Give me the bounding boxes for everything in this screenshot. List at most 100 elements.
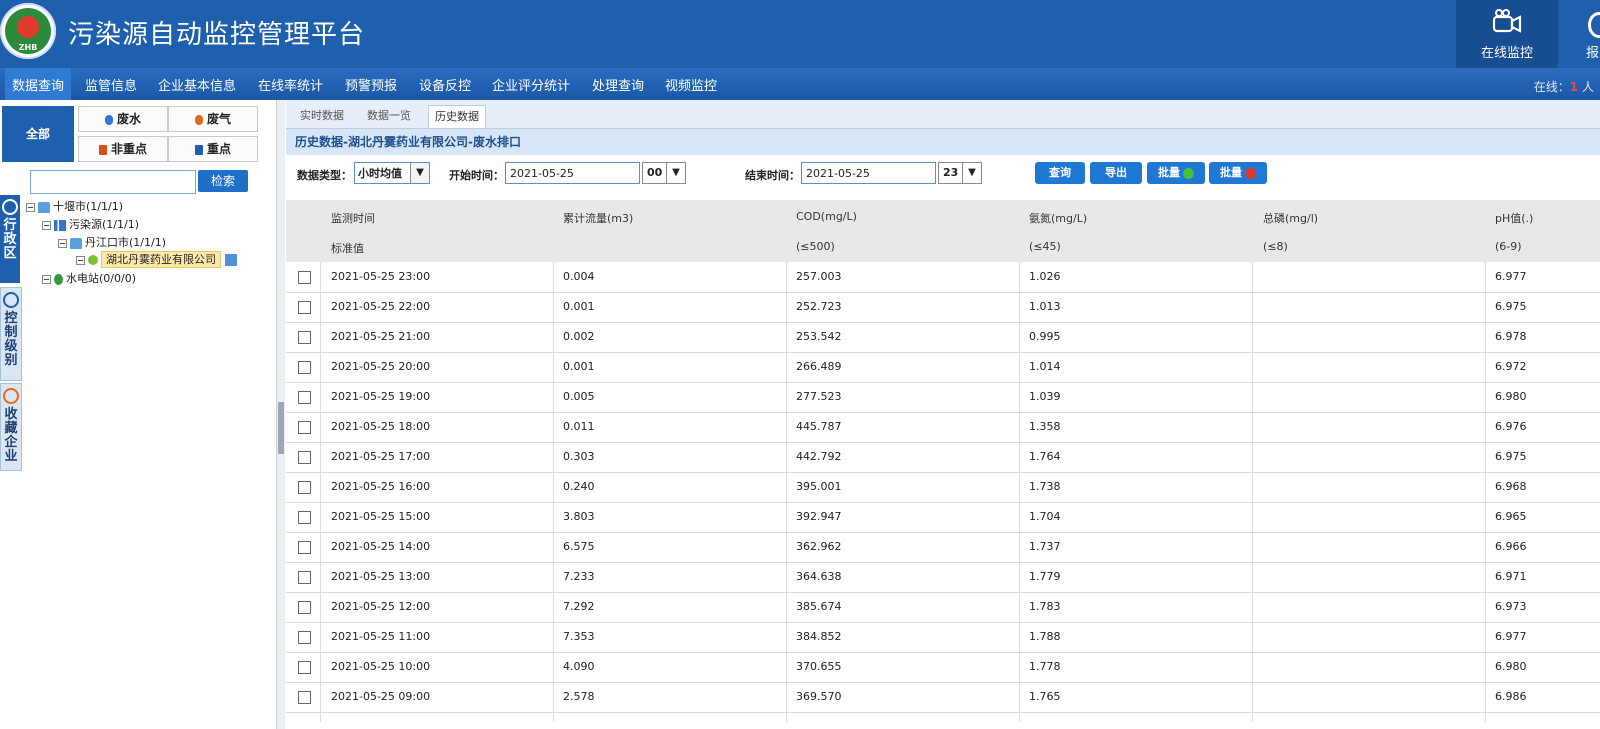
table-cell: 2021-05-25 10:00 [331,660,431,673]
table-cell: 1.704 [1029,510,1061,523]
row-checkbox[interactable] [298,391,311,404]
table-row[interactable]: 2021-05-25 12:00 7.292 385.674 1.783 6.973 [286,592,1600,623]
batch-cancel-button[interactable]: 批量 [1209,162,1267,184]
tree-node-hydro[interactable]: 水电站(0/0/0) [42,270,136,286]
table-cell: 6.968 [1495,480,1527,493]
search-button[interactable]: 检索 [198,170,248,192]
row-checkbox[interactable] [298,301,311,314]
top-header: ZHB 污染源自动监控管理平台 在线监控 报 [0,0,1600,68]
nav-process-query[interactable]: 处理查询 [592,68,644,100]
table-cell: 2021-05-25 14:00 [331,540,431,553]
wastewater-button[interactable]: 废水 [78,106,168,132]
side-tab-district[interactable]: 行政区 [0,195,20,283]
table-cell: 2021-05-25 16:00 [331,480,431,493]
table-cell: 0.240 [563,480,595,493]
tree-node-city[interactable]: 十堰市(1/1/1) [26,198,123,214]
row-checkbox[interactable] [298,601,311,614]
collapse-icon[interactable] [26,202,35,212]
search-input[interactable] [30,170,196,194]
table-row[interactable]: 2021-05-25 11:00 7.353 384.852 1.788 6.977 [286,622,1600,653]
query-button[interactable]: 查询 [1035,162,1085,184]
col-cod: COD(mg/L) [796,210,857,223]
export-button[interactable]: 导出 [1090,162,1142,184]
table-row[interactable]: 2021-05-25 16:00 0.240 395.001 1.738 6.968 [286,472,1600,503]
collapse-icon[interactable] [42,220,51,230]
report-button[interactable]: 报 [1570,0,1600,68]
factory-icon [194,144,203,155]
table-cell: 2021-05-25 15:00 [331,510,431,523]
nav-company-info[interactable]: 企业基本信息 [158,68,236,100]
table-row[interactable]: 2021-05-25 14:00 6.575 362.962 1.737 6.966 [286,532,1600,563]
data-type-select[interactable]: 小时均值 ▼ [354,162,430,184]
table-row[interactable]: 2021-05-25 19:00 0.005 277.523 1.039 6.980 [286,382,1600,413]
table-row[interactable]: 2021-05-25 21:00 0.002 253.542 0.995 6.978 [286,322,1600,353]
nav-online-rate[interactable]: 在线率统计 [258,68,323,100]
row-checkbox[interactable] [298,271,311,284]
table-row[interactable]: 2021-05-25 23:00 0.004 257.003 1.026 6.977 [286,262,1600,293]
table-row[interactable]: 2021-05-25 15:00 3.803 392.947 1.704 6.965 [286,502,1600,533]
table-cell: 7.233 [563,570,595,583]
row-checkbox[interactable] [298,481,311,494]
collapse-icon[interactable] [58,238,67,248]
table-cell: 2021-05-25 21:00 [331,330,431,343]
end-hour-select[interactable]: 23 ▼ [938,162,982,184]
row-checkbox[interactable] [298,631,311,644]
row-checkbox[interactable] [298,331,311,344]
online-monitor-button[interactable]: 在线监控 [1456,0,1558,68]
non-key-button[interactable]: 非重点 [78,136,168,162]
tab-overview[interactable]: 数据一览 [361,105,417,127]
collapse-icon[interactable] [42,274,51,284]
table-cell: 253.542 [796,330,842,343]
start-hour-select[interactable]: 00 ▼ [642,162,686,184]
table-row[interactable]: 2021-05-25 22:00 0.001 252.723 1.013 6.975 [286,292,1600,323]
table-cell: 6.965 [1495,510,1527,523]
video-camera-icon [1492,9,1522,33]
nav-data-query[interactable]: 数据查询 [5,68,72,100]
table-cell: 1.738 [1029,480,1061,493]
row-checkbox[interactable] [298,361,311,374]
column-divider [1252,262,1253,722]
row-checkbox[interactable] [298,451,311,464]
table-cell: 385.674 [796,600,842,613]
row-checkbox[interactable] [298,571,311,584]
check-icon [1183,167,1194,179]
table-row[interactable]: 2021-05-25 09:00 2.578 369.570 1.765 6.986 [286,682,1600,713]
side-tab-control-level[interactable]: 控制级别 [0,287,22,381]
nav-warning[interactable]: 预警预报 [345,68,397,100]
tab-realtime[interactable]: 实时数据 [294,105,350,127]
table-cell: 6.973 [1495,600,1527,613]
nav-supervision[interactable]: 监管信息 [85,68,137,100]
table-row[interactable]: 2021-05-25 17:00 0.303 442.792 1.764 6.975 [286,442,1600,473]
table-cell: 0.004 [563,270,595,283]
panel-splitter[interactable] [277,100,285,729]
nav-company-score[interactable]: 企业评分统计 [492,68,570,100]
nav-device-control[interactable]: 设备反控 [419,68,471,100]
row-checkbox[interactable] [298,661,311,674]
agency-logo: ZHB [0,3,56,59]
row-checkbox[interactable] [298,421,311,434]
table-cell: 0.011 [563,420,595,433]
end-date-input[interactable]: 2021-05-25 [801,162,936,184]
row-checkbox[interactable] [298,541,311,554]
tree-node-company[interactable]: 湖北丹霙药业有限公司 [76,251,237,268]
all-category-button[interactable]: 全部 [2,106,74,162]
table-row[interactable]: 2021-05-25 10:00 4.090 370.655 1.778 6.980 [286,652,1600,683]
bar-chart-icon [54,219,66,231]
tab-history[interactable]: 历史数据 [428,105,486,128]
wastegas-button[interactable]: 废气 [168,106,258,132]
tree-node-county[interactable]: 丹江口市(1/1/1) [58,234,166,250]
batch-approve-button[interactable]: 批量 [1147,162,1205,184]
side-tab-favorites[interactable]: 收藏企业 [0,383,22,471]
table-row[interactable]: 2021-05-25 20:00 0.001 266.489 1.014 6.972 [286,352,1600,383]
row-checkbox[interactable] [298,511,311,524]
table-row[interactable]: 2021-05-25 18:00 0.011 445.787 1.358 6.976 [286,412,1600,443]
key-button[interactable]: 重点 [168,136,258,162]
tree-node-pollution[interactable]: 污染源(1/1/1) [42,216,139,232]
drag-handle[interactable] [278,402,284,454]
table-row[interactable]: 2021-05-25 13:00 7.233 364.638 1.779 6.971 [286,562,1600,593]
row-checkbox[interactable] [298,691,311,704]
expand-icon[interactable] [76,255,85,265]
nav-video[interactable]: 视频监控 [665,68,717,100]
save-icon[interactable] [225,254,237,266]
start-date-input[interactable]: 2021-05-25 [505,162,640,184]
